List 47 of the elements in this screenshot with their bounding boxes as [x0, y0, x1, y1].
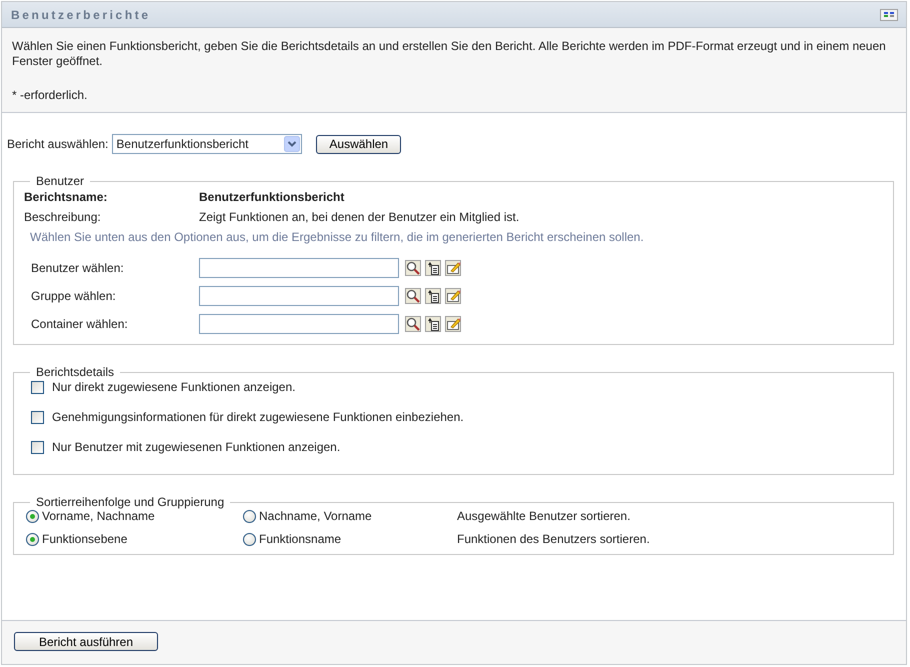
- field-label: Beschreibung:: [24, 210, 102, 224]
- layout-icon[interactable]: [880, 8, 898, 20]
- radio-label: Nachname, Vorname: [259, 509, 372, 523]
- report-name: Benutzerfunktionsbericht: [199, 190, 346, 204]
- sort-description: Ausgewählte Benutzer sortieren.: [457, 509, 632, 523]
- checkbox[interactable]: [31, 380, 44, 394]
- radio-label: Vorname, Nachname: [42, 509, 155, 523]
- sort-description: Funktionen des Benutzers sortieren.: [457, 532, 651, 546]
- field-label: Bericht auswählen:: [7, 137, 108, 151]
- field-label: Gruppe wählen:: [31, 289, 117, 303]
- intro-text: Wählen Sie einen Funktionsbericht, geben Sie die Berichtsdetails an und erstellen Sie den Bericht. Alle Berichte werden im PDF-Format erzeugt und in einem neuen Fenster geöffnet.: [12, 39, 887, 69]
- search-icon[interactable]: [405, 260, 421, 276]
- run-report-button[interactable]: Bericht ausführen: [14, 632, 158, 651]
- list-icon[interactable]: [425, 288, 441, 304]
- field-label: Container wählen:: [31, 317, 129, 331]
- list-icon[interactable]: [425, 316, 441, 332]
- required-note: * -erforderlich.: [12, 88, 88, 103]
- input-field[interactable]: [199, 258, 399, 278]
- panel-title: Benutzerberichte: [11, 8, 151, 22]
- report-dropdown[interactable]: Benutzerfunktionsbericht: [112, 134, 302, 154]
- edit-icon[interactable]: [445, 260, 461, 276]
- edit-icon[interactable]: [445, 288, 461, 304]
- checkbox[interactable]: [31, 410, 44, 424]
- search-icon[interactable]: [405, 288, 421, 304]
- radio-button[interactable]: [26, 510, 39, 522]
- field-label: Berichtsname:: [24, 190, 108, 204]
- checkbox-label: Nur direkt zugewiesene Funktionen anzeigen.: [52, 380, 296, 394]
- radio-button[interactable]: [26, 532, 39, 546]
- radio-button[interactable]: [243, 532, 256, 546]
- radio-label: Funktionsname: [259, 532, 342, 546]
- checkbox[interactable]: [31, 440, 44, 454]
- section-legend: Benutzer: [30, 174, 90, 188]
- report-description: Zeigt Funktionen an, bei denen der Benutzer ein Mitglied ist.: [199, 210, 520, 224]
- radio-label: Funktionsebene: [42, 532, 128, 546]
- search-icon[interactable]: [405, 316, 421, 332]
- list-icon[interactable]: [425, 260, 441, 276]
- section-legend: Berichtsdetails: [30, 365, 120, 379]
- select-button[interactable]: Auswählen: [316, 134, 402, 154]
- input-field[interactable]: [199, 286, 399, 306]
- checkbox-label: Genehmigungsinformationen für direkt zugewiesene Funktionen einbeziehen.: [52, 410, 464, 424]
- input-field[interactable]: [199, 314, 399, 334]
- section-legend: Sortierreihenfolge und Gruppierung: [30, 495, 230, 509]
- radio-button[interactable]: [243, 510, 256, 522]
- hint-text: Wählen Sie unten aus den Optionen aus, um die Ergebnisse zu filtern, die im generierten Bericht erscheinen sollen.: [30, 230, 645, 244]
- checkbox-label: Nur Benutzer mit zugewiesenen Funktionen anzeigen.: [52, 440, 340, 454]
- edit-icon[interactable]: [445, 316, 461, 332]
- field-label: Benutzer wählen:: [31, 261, 125, 275]
